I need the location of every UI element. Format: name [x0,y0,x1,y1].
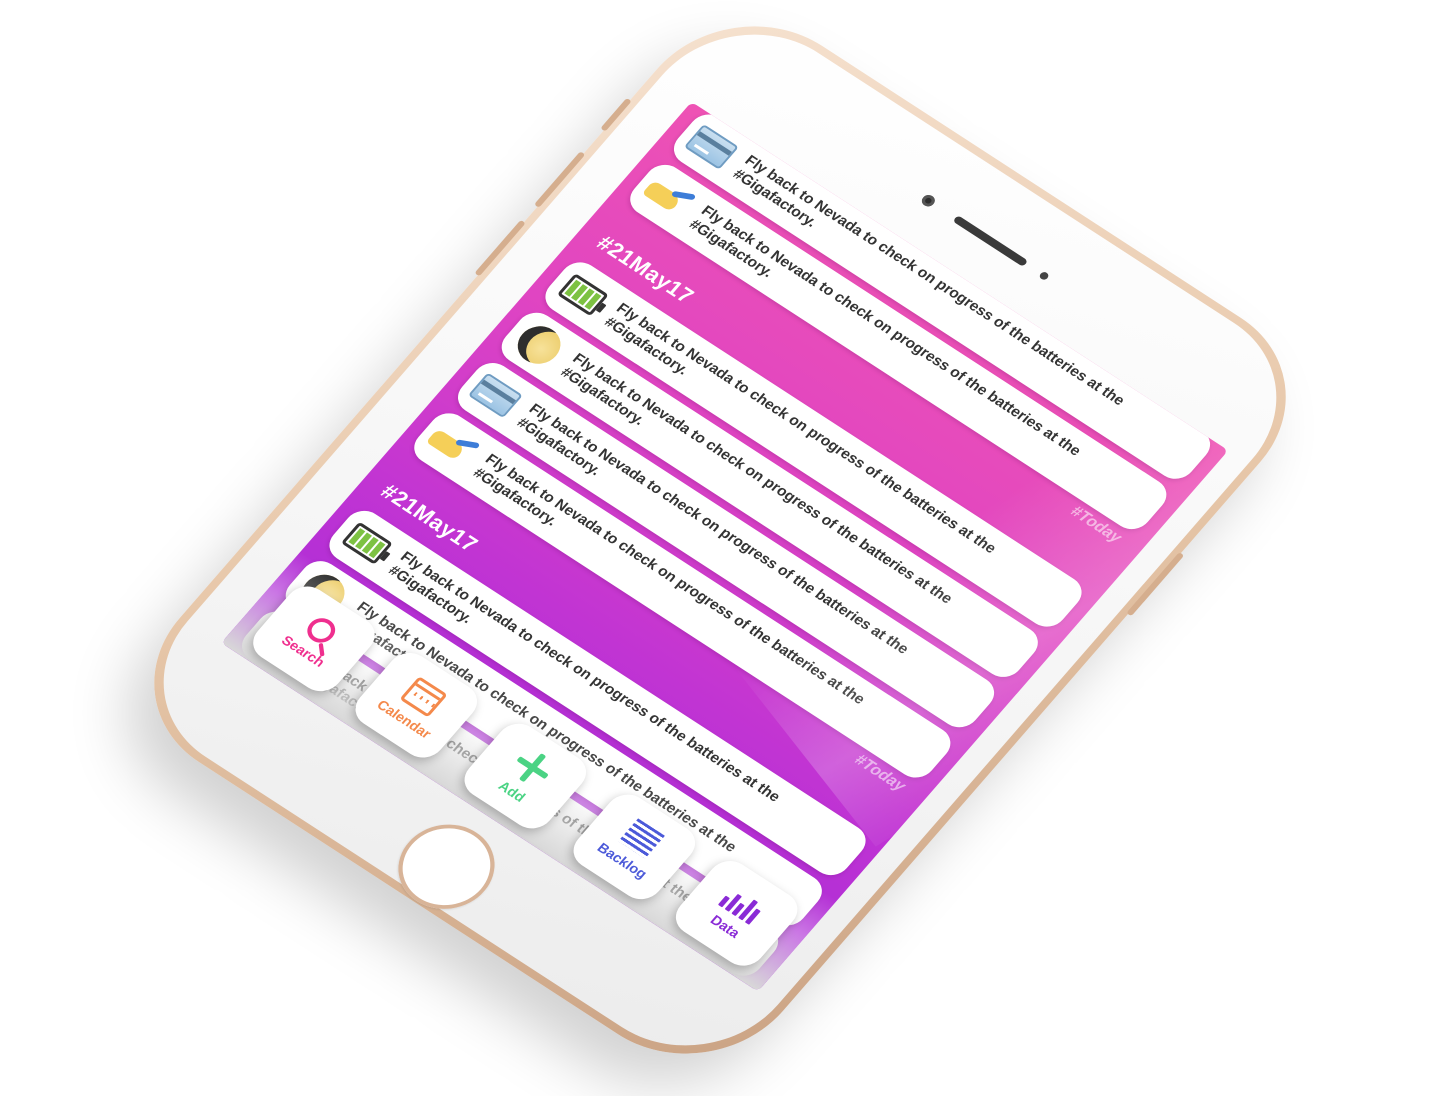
tab-data[interactable]: Data [667,853,807,973]
proximity-sensor [1038,270,1051,282]
tab-add[interactable]: Add [455,716,595,836]
search-icon [301,613,341,648]
credit-card-icon [461,365,530,425]
moon-icon [505,315,574,375]
app-screen: Fly back to Nevada to check on progress … [221,101,1229,992]
tab-search[interactable]: Search [244,579,384,699]
battery-icon [332,513,401,573]
earpiece-speaker [952,215,1029,267]
phone-front: Fly back to Nevada to check on progress … [118,0,1322,1084]
credit-card-icon [677,117,746,177]
tab-backlog[interactable]: Backlog [564,787,704,907]
home-button[interactable] [378,807,515,926]
tab-calendar[interactable]: Calendar [346,645,486,765]
phone-mockup: Fly back to Nevada to check on progress … [106,0,1334,1095]
battery-icon [548,265,617,325]
front-camera-icon [919,192,938,209]
